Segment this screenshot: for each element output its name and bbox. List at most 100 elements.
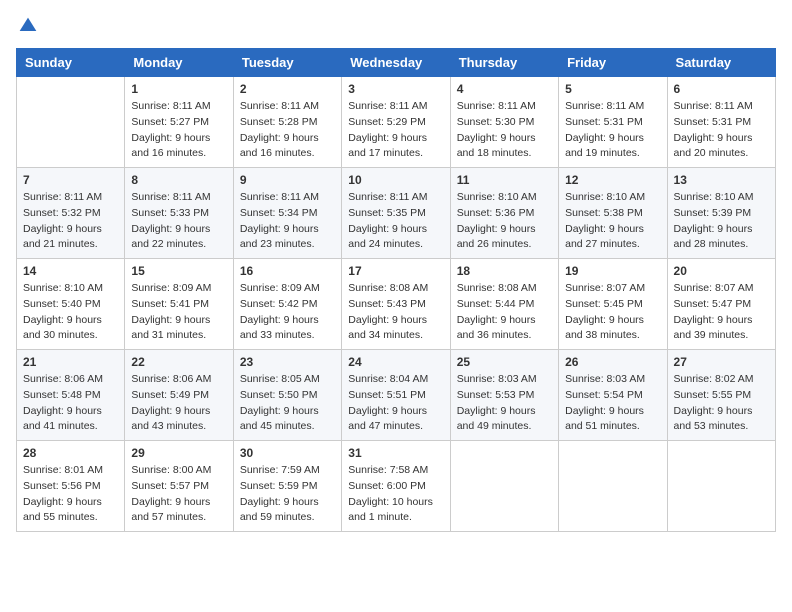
calendar-cell: 19 Sunrise: 8:07 AMSunset: 5:45 PMDayligh… [559, 259, 667, 350]
calendar-cell: 11 Sunrise: 8:10 AMSunset: 5:36 PMDayligh… [450, 168, 558, 259]
calendar-cell: 18 Sunrise: 8:08 AMSunset: 5:44 PMDayligh… [450, 259, 558, 350]
day-number: 29 [131, 446, 226, 460]
day-number: 10 [348, 173, 443, 187]
day-number: 11 [457, 173, 552, 187]
day-info: Sunrise: 8:08 AMSunset: 5:44 PMDaylight:… [457, 281, 552, 344]
day-info: Sunrise: 8:11 AMSunset: 5:32 PMDaylight:… [23, 190, 118, 253]
day-number: 28 [23, 446, 118, 460]
day-info: Sunrise: 8:11 AMSunset: 5:33 PMDaylight:… [131, 190, 226, 253]
calendar-cell [17, 77, 125, 168]
page-header [16, 16, 776, 36]
day-header-sunday: Sunday [17, 49, 125, 77]
day-info: Sunrise: 8:05 AMSunset: 5:50 PMDaylight:… [240, 372, 335, 435]
day-number: 1 [131, 82, 226, 96]
day-info: Sunrise: 8:11 AMSunset: 5:31 PMDaylight:… [565, 99, 660, 162]
day-number: 24 [348, 355, 443, 369]
day-number: 31 [348, 446, 443, 460]
day-info: Sunrise: 8:06 AMSunset: 5:49 PMDaylight:… [131, 372, 226, 435]
day-info: Sunrise: 8:03 AMSunset: 5:54 PMDaylight:… [565, 372, 660, 435]
calendar-cell: 28 Sunrise: 8:01 AMSunset: 5:56 PMDayligh… [17, 441, 125, 532]
calendar-cell [559, 441, 667, 532]
day-info: Sunrise: 8:03 AMSunset: 5:53 PMDaylight:… [457, 372, 552, 435]
day-number: 5 [565, 82, 660, 96]
calendar: SundayMondayTuesdayWednesdayThursdayFrid… [16, 48, 776, 532]
calendar-cell: 8Sunrise: 8:11 AMSunset: 5:33 PMDaylight… [125, 168, 233, 259]
day-info: Sunrise: 8:10 AMSunset: 5:36 PMDaylight:… [457, 190, 552, 253]
calendar-cell: 24 Sunrise: 8:04 AMSunset: 5:51 PMDayligh… [342, 350, 450, 441]
day-number: 19 [565, 264, 660, 278]
calendar-cell: 26 Sunrise: 8:03 AMSunset: 5:54 PMDayligh… [559, 350, 667, 441]
day-number: 30 [240, 446, 335, 460]
calendar-cell: 17 Sunrise: 8:08 AMSunset: 5:43 PMDayligh… [342, 259, 450, 350]
day-info: Sunrise: 8:11 AMSunset: 5:35 PMDaylight:… [348, 190, 443, 253]
calendar-week-2: 7 Sunrise: 8:11 AMSunset: 5:32 PMDaylight… [17, 168, 776, 259]
day-info: Sunrise: 8:10 AMSunset: 5:38 PMDaylight:… [565, 190, 660, 253]
day-number: 18 [457, 264, 552, 278]
day-info: Sunrise: 8:09 AMSunset: 5:42 PMDaylight:… [240, 281, 335, 344]
calendar-week-3: 14 Sunrise: 8:10 AMSunset: 5:40 PMDayligh… [17, 259, 776, 350]
day-info: Sunrise: 8:10 AMSunset: 5:40 PMDaylight:… [23, 281, 118, 344]
calendar-cell: 13 Sunrise: 8:10 AMSunset: 5:39 PMDayligh… [667, 168, 775, 259]
calendar-cell: 27Sunrise: 8:02 AMSunset: 5:55 PMDayligh… [667, 350, 775, 441]
calendar-cell: 20Sunrise: 8:07 AMSunset: 5:47 PMDayligh… [667, 259, 775, 350]
day-header-tuesday: Tuesday [233, 49, 341, 77]
day-number: 22 [131, 355, 226, 369]
calendar-cell: 22 Sunrise: 8:06 AMSunset: 5:49 PMDayligh… [125, 350, 233, 441]
day-info: Sunrise: 8:11 AMSunset: 5:34 PMDaylight:… [240, 190, 335, 253]
day-info: Sunrise: 8:11 AMSunset: 5:28 PMDaylight:… [240, 99, 335, 162]
calendar-cell: 1Sunrise: 8:11 AMSunset: 5:27 PMDaylight… [125, 77, 233, 168]
day-info: Sunrise: 7:59 AMSunset: 5:59 PMDaylight:… [240, 463, 335, 526]
calendar-cell [667, 441, 775, 532]
calendar-cell: 25Sunrise: 8:03 AMSunset: 5:53 PMDayligh… [450, 350, 558, 441]
calendar-cell: 30 Sunrise: 7:59 AMSunset: 5:59 PMDayligh… [233, 441, 341, 532]
calendar-cell: 4Sunrise: 8:11 AMSunset: 5:30 PMDaylight… [450, 77, 558, 168]
calendar-cell: 6Sunrise: 8:11 AMSunset: 5:31 PMDaylight… [667, 77, 775, 168]
day-info: Sunrise: 8:09 AMSunset: 5:41 PMDaylight:… [131, 281, 226, 344]
calendar-week-4: 21 Sunrise: 8:06 AMSunset: 5:48 PMDayligh… [17, 350, 776, 441]
day-number: 7 [23, 173, 118, 187]
day-info: Sunrise: 8:01 AMSunset: 5:56 PMDaylight:… [23, 463, 118, 526]
day-header-wednesday: Wednesday [342, 49, 450, 77]
calendar-cell: 16 Sunrise: 8:09 AMSunset: 5:42 PMDayligh… [233, 259, 341, 350]
day-header-thursday: Thursday [450, 49, 558, 77]
day-number: 26 [565, 355, 660, 369]
day-header-saturday: Saturday [667, 49, 775, 77]
calendar-cell: 12 Sunrise: 8:10 AMSunset: 5:38 PMDayligh… [559, 168, 667, 259]
day-info: Sunrise: 8:07 AMSunset: 5:45 PMDaylight:… [565, 281, 660, 344]
day-info: Sunrise: 8:04 AMSunset: 5:51 PMDaylight:… [348, 372, 443, 435]
calendar-cell: 3 Sunrise: 8:11 AMSunset: 5:29 PMDaylight… [342, 77, 450, 168]
day-number: 27 [674, 355, 769, 369]
day-number: 3 [348, 82, 443, 96]
day-info: Sunrise: 8:10 AMSunset: 5:39 PMDaylight:… [674, 190, 769, 253]
day-number: 21 [23, 355, 118, 369]
calendar-cell: 23 Sunrise: 8:05 AMSunset: 5:50 PMDayligh… [233, 350, 341, 441]
calendar-cell: 9Sunrise: 8:11 AMSunset: 5:34 PMDaylight… [233, 168, 341, 259]
day-info: Sunrise: 8:06 AMSunset: 5:48 PMDaylight:… [23, 372, 118, 435]
day-number: 16 [240, 264, 335, 278]
day-header-monday: Monday [125, 49, 233, 77]
day-number: 23 [240, 355, 335, 369]
day-info: Sunrise: 8:08 AMSunset: 5:43 PMDaylight:… [348, 281, 443, 344]
calendar-cell: 7 Sunrise: 8:11 AMSunset: 5:32 PMDaylight… [17, 168, 125, 259]
day-number: 14 [23, 264, 118, 278]
calendar-cell: 31 Sunrise: 7:58 AMSunset: 6:00 PMDayligh… [342, 441, 450, 532]
day-info: Sunrise: 8:11 AMSunset: 5:29 PMDaylight:… [348, 99, 443, 162]
calendar-week-5: 28 Sunrise: 8:01 AMSunset: 5:56 PMDayligh… [17, 441, 776, 532]
day-number: 2 [240, 82, 335, 96]
day-number: 12 [565, 173, 660, 187]
calendar-cell: 14 Sunrise: 8:10 AMSunset: 5:40 PMDayligh… [17, 259, 125, 350]
day-info: Sunrise: 8:07 AMSunset: 5:47 PMDaylight:… [674, 281, 769, 344]
calendar-cell: 15 Sunrise: 8:09 AMSunset: 5:41 PMDayligh… [125, 259, 233, 350]
day-number: 17 [348, 264, 443, 278]
calendar-cell [450, 441, 558, 532]
day-info: Sunrise: 8:00 AMSunset: 5:57 PMDaylight:… [131, 463, 226, 526]
day-number: 6 [674, 82, 769, 96]
calendar-week-1: 1Sunrise: 8:11 AMSunset: 5:27 PMDaylight… [17, 77, 776, 168]
day-info: Sunrise: 7:58 AMSunset: 6:00 PMDaylight:… [348, 463, 443, 526]
calendar-header-row: SundayMondayTuesdayWednesdayThursdayFrid… [17, 49, 776, 77]
calendar-cell: 29 Sunrise: 8:00 AMSunset: 5:57 PMDayligh… [125, 441, 233, 532]
day-number: 4 [457, 82, 552, 96]
day-number: 13 [674, 173, 769, 187]
logo-icon [18, 16, 38, 36]
day-number: 15 [131, 264, 226, 278]
